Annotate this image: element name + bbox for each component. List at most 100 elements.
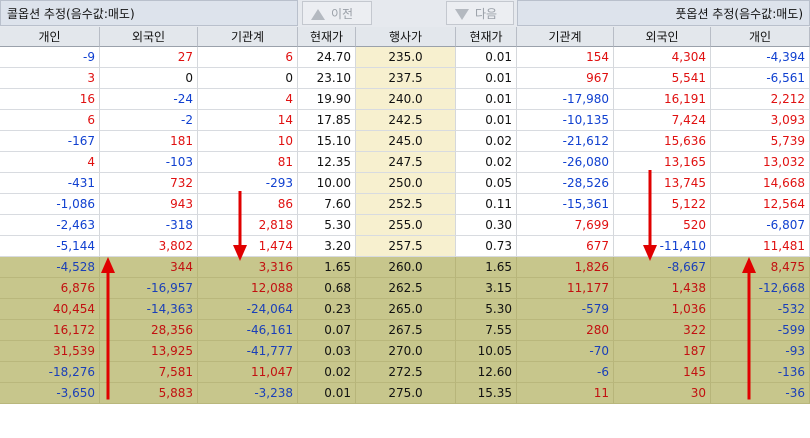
- call-foreign-cell: 28,356: [100, 320, 198, 341]
- call-price-cell: 19.90: [298, 89, 356, 110]
- put-foreign-cell: 187: [614, 341, 711, 362]
- header-call-individual: 개인: [0, 27, 100, 47]
- header-call-price: 현재가: [298, 27, 356, 47]
- put-institution-cell: 967: [517, 68, 614, 89]
- table-row[interactable]: 6 -2 14 17.85 242.5 0.01 -10,135 7,424 3,093: [0, 110, 810, 131]
- put-price-cell: 15.35: [456, 383, 517, 404]
- next-label: 다음: [475, 7, 498, 21]
- strike-cell: 257.5: [356, 236, 456, 257]
- strike-cell: 242.5: [356, 110, 456, 131]
- put-institution-cell: 7,699: [517, 215, 614, 236]
- call-price-cell: 24.70: [298, 47, 356, 68]
- call-foreign-cell: -2: [100, 110, 198, 131]
- strike-cell: 240.0: [356, 89, 456, 110]
- call-price-cell: 10.00: [298, 173, 356, 194]
- table-row[interactable]: 31,539 13,925 -41,777 0.03 270.0 10.05 -70 187-…: [0, 341, 810, 362]
- put-section-title: 풋옵션 추정(음수값:매도): [517, 0, 810, 26]
- table-row[interactable]: 4 -103 81 12.35 247.5 0.02 -26,080 13,165 13,032: [0, 152, 810, 173]
- table-row[interactable]: -431 732 -293 10.00 250.0 0.05 -28,526 13,745 14…: [0, 173, 810, 194]
- call-institution-cell: 2,818: [198, 215, 298, 236]
- call-price-cell: 0.02: [298, 362, 356, 383]
- put-individual-cell: -136: [711, 362, 810, 383]
- next-button[interactable]: 다음: [446, 1, 514, 25]
- header-call-foreign: 외국인: [100, 27, 198, 47]
- call-individual-cell: 40,454: [0, 299, 100, 320]
- option-board: 콜옵션 추정(음수값:매도) 이전 다음 풋옵션 추정(음수값:매도) 개인 외국…: [0, 0, 810, 438]
- call-foreign-cell: -16,957: [100, 278, 198, 299]
- call-institution-cell: 86: [198, 194, 298, 215]
- put-price-cell: 3.15: [456, 278, 517, 299]
- call-foreign-cell: 732: [100, 173, 198, 194]
- put-price-cell: 0.02: [456, 152, 517, 173]
- put-institution-cell: -26,080: [517, 152, 614, 173]
- prev-button[interactable]: 이전: [302, 1, 372, 25]
- call-foreign-cell: 181: [100, 131, 198, 152]
- call-foreign-cell: -14,363: [100, 299, 198, 320]
- put-foreign-cell: 520: [614, 215, 711, 236]
- table-row[interactable]: -2,463 -318 2,818 5.30 255.0 0.30 7,699 520 -6,8…: [0, 215, 810, 236]
- call-price-cell: 0.03: [298, 341, 356, 362]
- put-price-cell: 0.01: [456, 89, 517, 110]
- strike-cell: 237.5: [356, 68, 456, 89]
- call-price-cell: 23.10: [298, 68, 356, 89]
- put-individual-cell: 12,564: [711, 194, 810, 215]
- call-price-cell: 3.20: [298, 236, 356, 257]
- call-foreign-cell: 943: [100, 194, 198, 215]
- call-price-cell: 17.85: [298, 110, 356, 131]
- table-row[interactable]: -9 27 6 24.70 235.0 0.01 154 4,304 -4,394: [0, 47, 810, 68]
- call-individual-cell: 4: [0, 152, 100, 173]
- call-individual-cell: -3,650: [0, 383, 100, 404]
- table-row[interactable]: -167 181 10 15.10 245.0 0.02 -21,612 15,636 5,73…: [0, 131, 810, 152]
- strike-cell: 245.0: [356, 131, 456, 152]
- header-put-price: 현재가: [456, 27, 517, 47]
- call-price-cell: 0.23: [298, 299, 356, 320]
- table-row[interactable]: -4,528 344 3,316 1.65 260.0 1.65 1,826 -8,667 8,…: [0, 257, 810, 278]
- header-strike: 행사가: [356, 27, 456, 47]
- table-row[interactable]: 16,172 28,356 -46,161 0.07 267.5 7.55 280 322 -5…: [0, 320, 810, 341]
- triangle-down-icon: [455, 9, 469, 20]
- put-individual-cell: -4,394: [711, 47, 810, 68]
- put-foreign-cell: 13,165: [614, 152, 711, 173]
- put-institution-cell: -15,361: [517, 194, 614, 215]
- call-institution-cell: -46,161: [198, 320, 298, 341]
- strike-cell: 267.5: [356, 320, 456, 341]
- put-individual-cell: 3,093: [711, 110, 810, 131]
- table-row[interactable]: 40,454 -14,363 -24,064 0.23 265.0 5.30 -579 1,0…: [0, 299, 810, 320]
- strike-cell: 250.0: [356, 173, 456, 194]
- table-row[interactable]: 16 -24 4 19.90 240.0 0.01 -17,980 16,191 2,212: [0, 89, 810, 110]
- put-institution-cell: -6: [517, 362, 614, 383]
- call-institution-cell: -293: [198, 173, 298, 194]
- put-price-cell: 0.01: [456, 47, 517, 68]
- put-foreign-cell: 1,036: [614, 299, 711, 320]
- table-row[interactable]: 3 0 0 23.10 237.5 0.01 967 5,541 -6,561: [0, 68, 810, 89]
- put-price-cell: 5.30: [456, 299, 517, 320]
- table-row[interactable]: 6,876 -16,957 12,088 0.68 262.5 3.15 11,177 1,4…: [0, 278, 810, 299]
- call-institution-cell: 10: [198, 131, 298, 152]
- call-institution-cell: 6: [198, 47, 298, 68]
- call-foreign-cell: -103: [100, 152, 198, 173]
- table-row[interactable]: -3,650 5,883 -3,238 0.01 275.0 15.35 11 30 -36: [0, 383, 810, 404]
- put-price-cell: 12.60: [456, 362, 517, 383]
- put-individual-cell: -12,668: [711, 278, 810, 299]
- call-institution-cell: 0: [198, 68, 298, 89]
- call-foreign-cell: 13,925: [100, 341, 198, 362]
- call-foreign-cell: 344: [100, 257, 198, 278]
- call-price-cell: 7.60: [298, 194, 356, 215]
- header-call-institution: 기관계: [198, 27, 298, 47]
- put-price-cell: 0.02: [456, 131, 517, 152]
- put-individual-cell: -6,561: [711, 68, 810, 89]
- put-individual-cell: -36: [711, 383, 810, 404]
- call-individual-cell: 31,539: [0, 341, 100, 362]
- table-row[interactable]: -1,086 943 86 7.60 252.5 0.11 -15,361 5,122 12,5…: [0, 194, 810, 215]
- table-row[interactable]: -18,276 7,581 11,047 0.02 272.5 12.60 -6 145 -13…: [0, 362, 810, 383]
- call-price-cell: 0.01: [298, 383, 356, 404]
- table-row[interactable]: -5,144 3,802 1,474 3.20 257.5 0.73 677 -11,410 1…: [0, 236, 810, 257]
- strike-cell: 235.0: [356, 47, 456, 68]
- put-institution-cell: -17,980: [517, 89, 614, 110]
- call-individual-cell: -431: [0, 173, 100, 194]
- header-put-foreign: 외국인: [614, 27, 711, 47]
- put-price-cell: 0.11: [456, 194, 517, 215]
- put-foreign-cell: 15,636: [614, 131, 711, 152]
- call-section-title: 콜옵션 추정(음수값:매도): [0, 0, 298, 26]
- call-foreign-cell: 3,802: [100, 236, 198, 257]
